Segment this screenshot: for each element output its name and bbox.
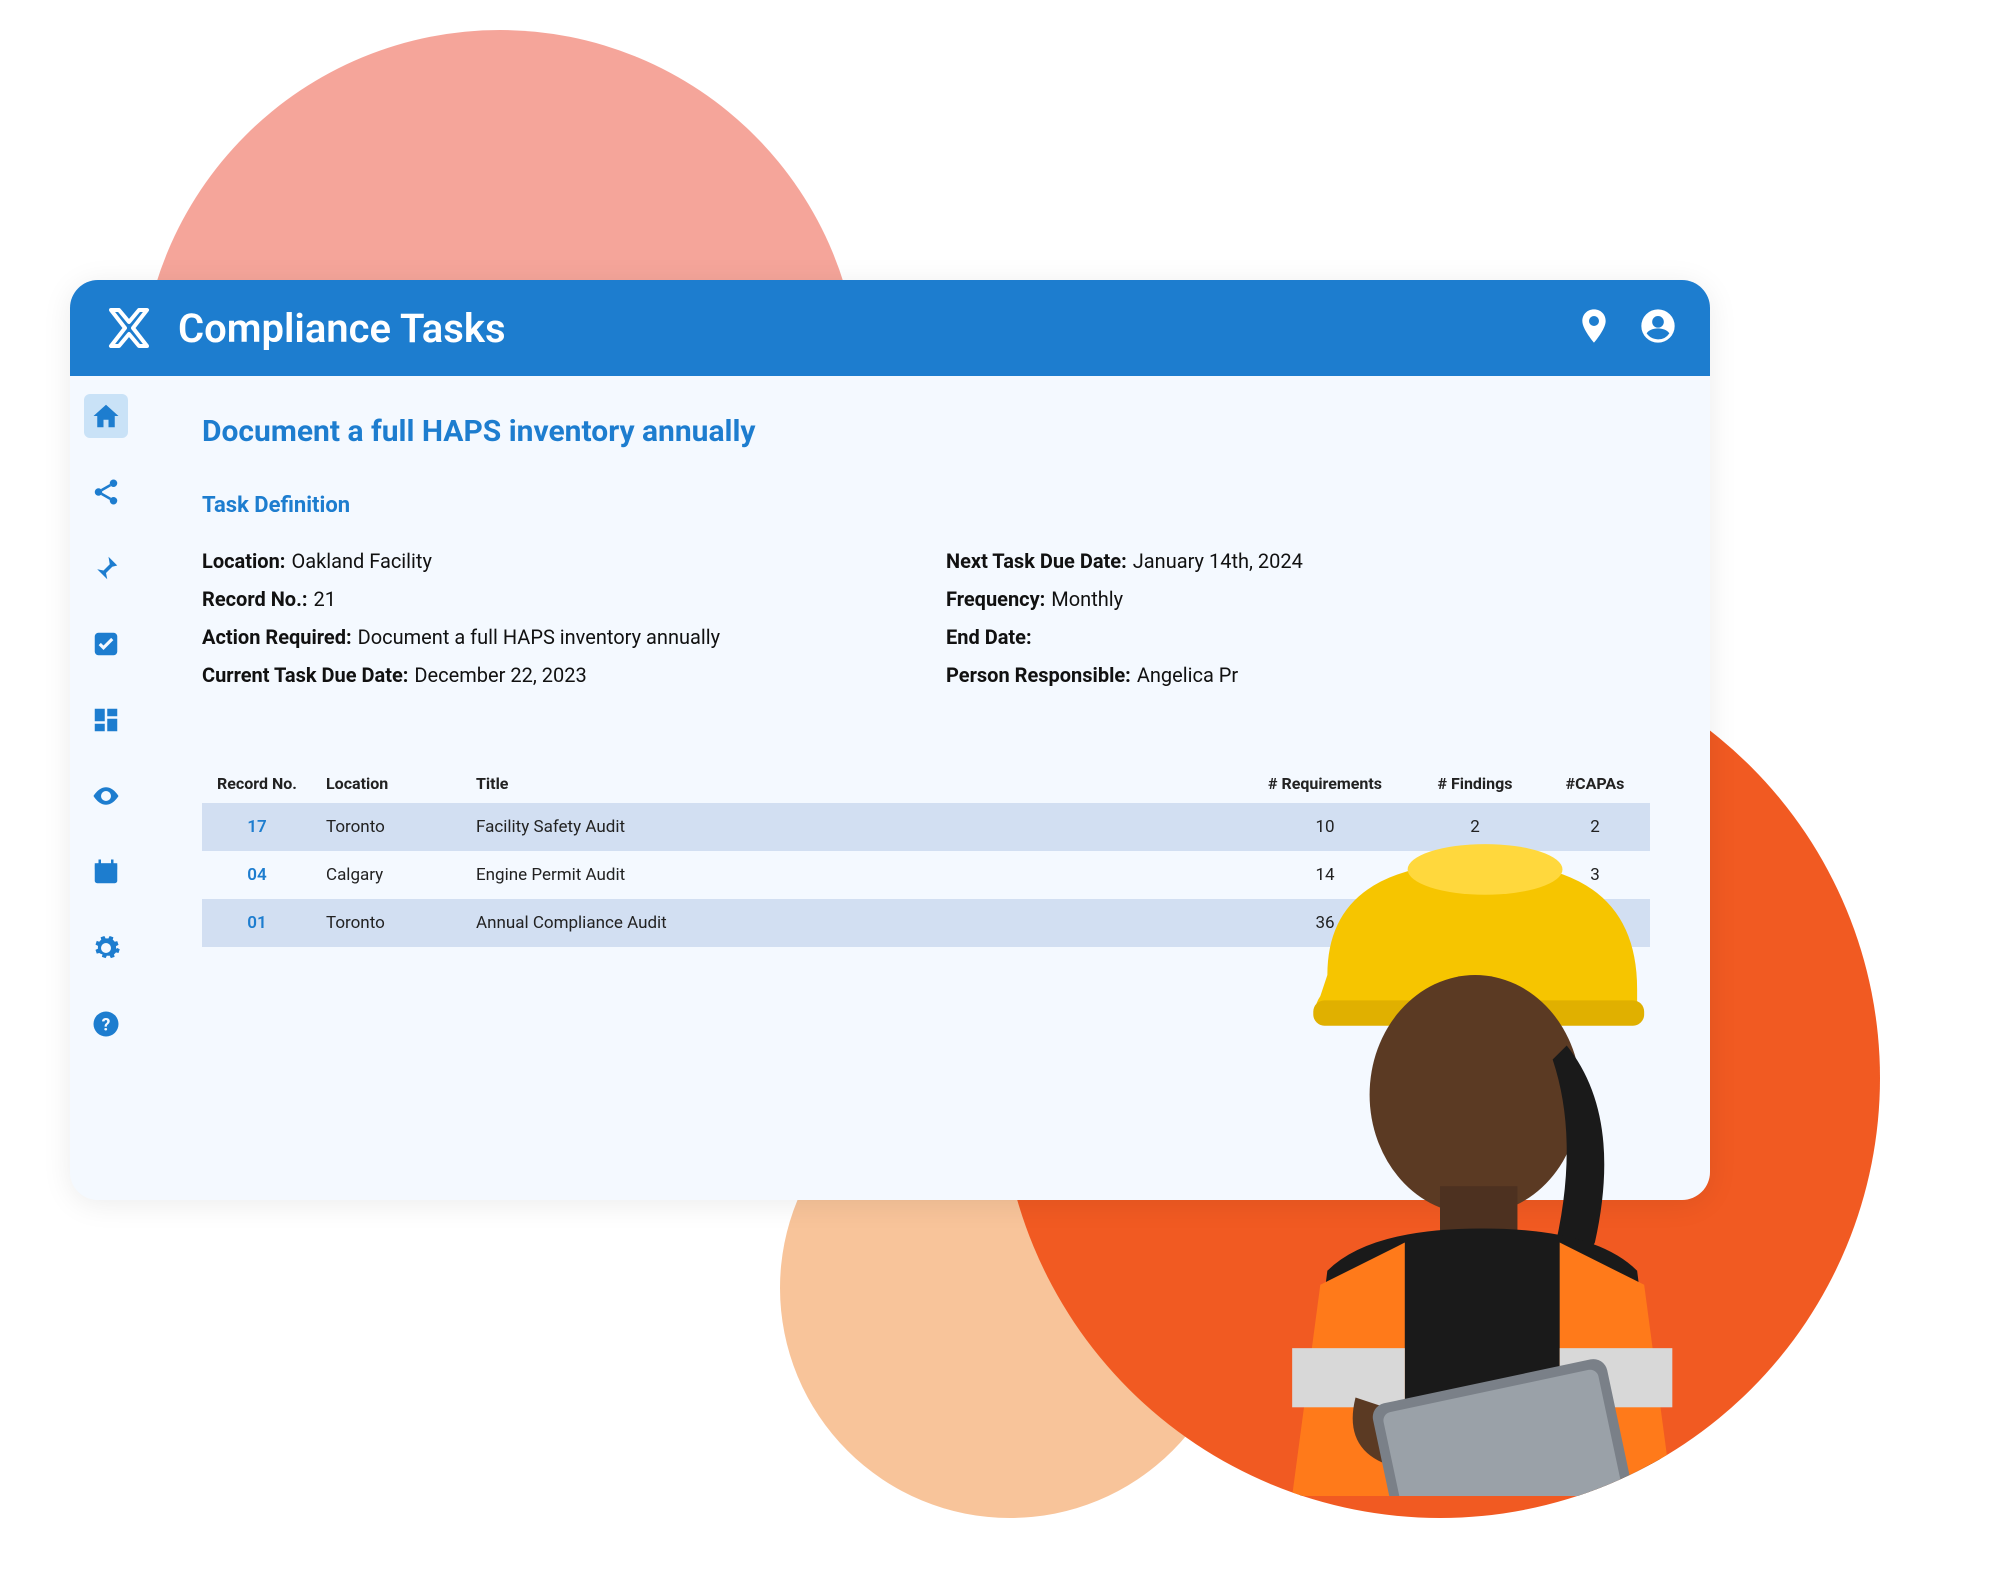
sidebar-item-help[interactable]: ? — [84, 1002, 128, 1046]
sidebar-item-settings[interactable] — [84, 926, 128, 970]
worker-photo — [1000, 638, 1880, 1518]
sidebar-item-check[interactable] — [84, 622, 128, 666]
sidebar-item-home[interactable] — [84, 394, 128, 438]
current-due-value: December 22, 2023 — [414, 656, 586, 694]
next-due-value: January 14th, 2024 — [1133, 542, 1303, 580]
record-value: 21 — [314, 580, 336, 618]
next-due-label: Next Task Due Date: — [946, 542, 1127, 580]
cell-record[interactable]: 01 — [202, 899, 312, 947]
action-value: Document a full HAPS inventory annually — [358, 618, 720, 656]
th-record[interactable]: Record No. — [202, 764, 312, 803]
current-due-label: Current Task Due Date: — [202, 656, 408, 694]
cell-location: Toronto — [312, 899, 462, 947]
cell-location: Calgary — [312, 851, 462, 899]
sidebar: ? — [70, 376, 142, 1200]
location-value: Oakland Facility — [291, 542, 431, 580]
task-title: Document a full HAPS inventory annually — [202, 414, 1650, 449]
cell-record[interactable]: 04 — [202, 851, 312, 899]
sidebar-item-calendar[interactable] — [84, 850, 128, 894]
page-title: Compliance Tasks — [178, 305, 1552, 352]
frequency-value: Monthly — [1051, 580, 1123, 618]
action-label: Action Required: — [202, 618, 352, 656]
sidebar-item-dashboard[interactable] — [84, 698, 128, 742]
record-label: Record No.: — [202, 580, 308, 618]
th-location[interactable]: Location — [312, 764, 462, 803]
sidebar-item-eye[interactable] — [84, 774, 128, 818]
sidebar-item-share[interactable] — [84, 470, 128, 514]
app-logo-icon — [102, 301, 156, 355]
topbar: Compliance Tasks — [70, 280, 1710, 376]
task-definition-heading: Task Definition — [202, 493, 1650, 518]
location-label: Location: — [202, 542, 285, 580]
cell-record[interactable]: 17 — [202, 803, 312, 851]
location-icon[interactable] — [1574, 306, 1614, 350]
frequency-label: Frequency: — [946, 580, 1045, 618]
cell-location: Toronto — [312, 803, 462, 851]
svg-text:?: ? — [102, 1015, 111, 1035]
account-icon[interactable] — [1638, 306, 1678, 350]
sidebar-item-pin[interactable] — [84, 546, 128, 590]
